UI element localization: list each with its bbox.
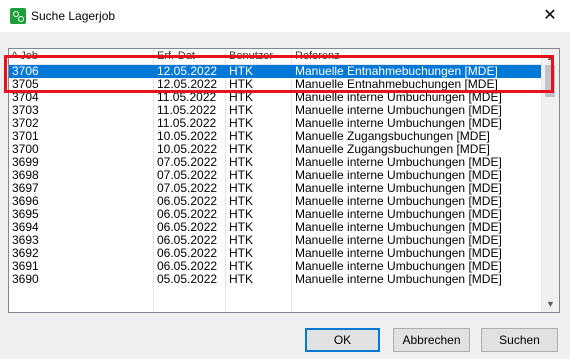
annotation-highlight-box	[4, 55, 554, 93]
job-cell: 3693	[12, 234, 39, 247]
date-cell: 06.05.2022	[157, 221, 218, 234]
user-cell: HTK	[229, 130, 253, 143]
table-row[interactable]: 3694 06.05.2022 HTK Manuelle interne Umbuch…	[9, 221, 542, 234]
job-cell: 3703	[12, 104, 39, 117]
date-cell: 11.05.2022	[157, 117, 217, 130]
job-cell: 3690	[12, 273, 39, 286]
job-cell: 3694	[12, 221, 39, 234]
cancel-button[interactable]: Abbrechen	[393, 328, 470, 352]
reference-cell: Manuelle Zugangsbuchungen [MDE]	[295, 130, 490, 143]
table-row[interactable]: 3699 07.05.2022 HTK Manuelle interne Umbuch…	[9, 156, 542, 169]
ok-button[interactable]: OK	[305, 328, 380, 352]
job-cell: 3697	[12, 182, 39, 195]
user-cell: HTK	[229, 143, 253, 156]
reference-cell: Manuelle interne Umbuchungen [MDE]	[295, 273, 502, 286]
job-cell: 3692	[12, 247, 39, 260]
table-row[interactable]: 3697 07.05.2022 HTK Manuelle interne Umbuch…	[9, 182, 542, 195]
table-row[interactable]: 3693 06.05.2022 HTK Manuelle interne Umbuch…	[9, 234, 542, 247]
job-cell: 3695	[12, 208, 39, 221]
job-cell: 3702	[12, 117, 39, 130]
window-title: Suche Lagerjob	[31, 9, 116, 23]
reference-cell: Manuelle interne Umbuchungen [MDE]	[295, 260, 502, 273]
scroll-down-icon[interactable]: ▼	[542, 296, 559, 312]
table-row[interactable]: 3692 06.05.2022 HTK Manuelle interne Umbuch…	[9, 247, 542, 260]
job-cell: 3701	[12, 130, 39, 143]
reference-cell: Manuelle interne Umbuchungen [MDE]	[295, 169, 502, 182]
reference-cell: Manuelle interne Umbuchungen [MDE]	[295, 182, 502, 195]
user-cell: HTK	[229, 195, 253, 208]
date-cell: 05.05.2022	[157, 273, 218, 286]
date-cell: 10.05.2022	[157, 130, 218, 143]
user-cell: HTK	[229, 234, 253, 247]
user-cell: HTK	[229, 117, 253, 130]
user-cell: HTK	[229, 247, 253, 260]
date-cell: 10.05.2022	[157, 143, 218, 156]
table-row[interactable]: 3696 06.05.2022 HTK Manuelle interne Umbuch…	[9, 195, 542, 208]
table-row[interactable]: 3690 05.05.2022 HTK Manuelle interne Umbuch…	[9, 273, 542, 286]
job-cell: 3700	[12, 143, 39, 156]
titlebar: Suche Lagerjob ✕	[0, 0, 570, 32]
date-cell: 07.05.2022	[157, 156, 218, 169]
user-cell: HTK	[229, 169, 253, 182]
user-cell: HTK	[229, 182, 253, 195]
date-cell: 11.05.2022	[157, 104, 217, 117]
date-cell: 07.05.2022	[157, 182, 218, 195]
user-cell: HTK	[229, 221, 253, 234]
date-cell: 06.05.2022	[157, 247, 218, 260]
job-cell: 3698	[12, 169, 39, 182]
table-row[interactable]: 3691 06.05.2022 HTK Manuelle interne Umbuch…	[9, 260, 542, 273]
date-cell: 06.05.2022	[157, 234, 218, 247]
user-cell: HTK	[229, 208, 253, 221]
table-row[interactable]: 3695 06.05.2022 HTK Manuelle interne Umbuch…	[9, 208, 542, 221]
job-cell: 3691	[12, 260, 39, 273]
search-button[interactable]: Suchen	[481, 328, 558, 352]
user-cell: HTK	[229, 273, 253, 286]
user-cell: HTK	[229, 156, 253, 169]
job-cell: 3696	[12, 195, 39, 208]
list-rows: 3706 12.05.2022 HTK Manuelle Entnahmebuchun…	[9, 65, 542, 286]
user-cell: HTK	[229, 104, 253, 117]
reference-cell: Manuelle Zugangsbuchungen [MDE]	[295, 143, 490, 156]
reference-cell: Manuelle interne Umbuchungen [MDE]	[295, 221, 502, 234]
user-cell: HTK	[229, 260, 253, 273]
table-row[interactable]: 3702 11.05.2022 HTK Manuelle interne Umbuch…	[9, 117, 542, 130]
app-icon	[10, 8, 26, 24]
table-row[interactable]: 3700 10.05.2022 HTK Manuelle Zugangsbuchung…	[9, 143, 542, 156]
close-button[interactable]: ✕	[540, 6, 560, 26]
table-row[interactable]: 3698 07.05.2022 HTK Manuelle interne Umbuch…	[9, 169, 542, 182]
reference-cell: Manuelle interne Umbuchungen [MDE]	[295, 117, 502, 130]
date-cell: 06.05.2022	[157, 260, 218, 273]
reference-cell: Manuelle interne Umbuchungen [MDE]	[295, 234, 502, 247]
job-cell: 3699	[12, 156, 39, 169]
reference-cell: Manuelle interne Umbuchungen [MDE]	[295, 195, 502, 208]
table-row[interactable]: 3701 10.05.2022 HTK Manuelle Zugangsbuchung…	[9, 130, 542, 143]
date-cell: 06.05.2022	[157, 208, 218, 221]
table-row[interactable]: 3703 11.05.2022 HTK Manuelle interne Umbuch…	[9, 104, 542, 117]
reference-cell: Manuelle interne Umbuchungen [MDE]	[295, 104, 502, 117]
reference-cell: Manuelle interne Umbuchungen [MDE]	[295, 247, 502, 260]
date-cell: 07.05.2022	[157, 169, 218, 182]
reference-cell: Manuelle interne Umbuchungen [MDE]	[295, 156, 502, 169]
reference-cell: Manuelle interne Umbuchungen [MDE]	[295, 208, 502, 221]
date-cell: 06.05.2022	[157, 195, 218, 208]
